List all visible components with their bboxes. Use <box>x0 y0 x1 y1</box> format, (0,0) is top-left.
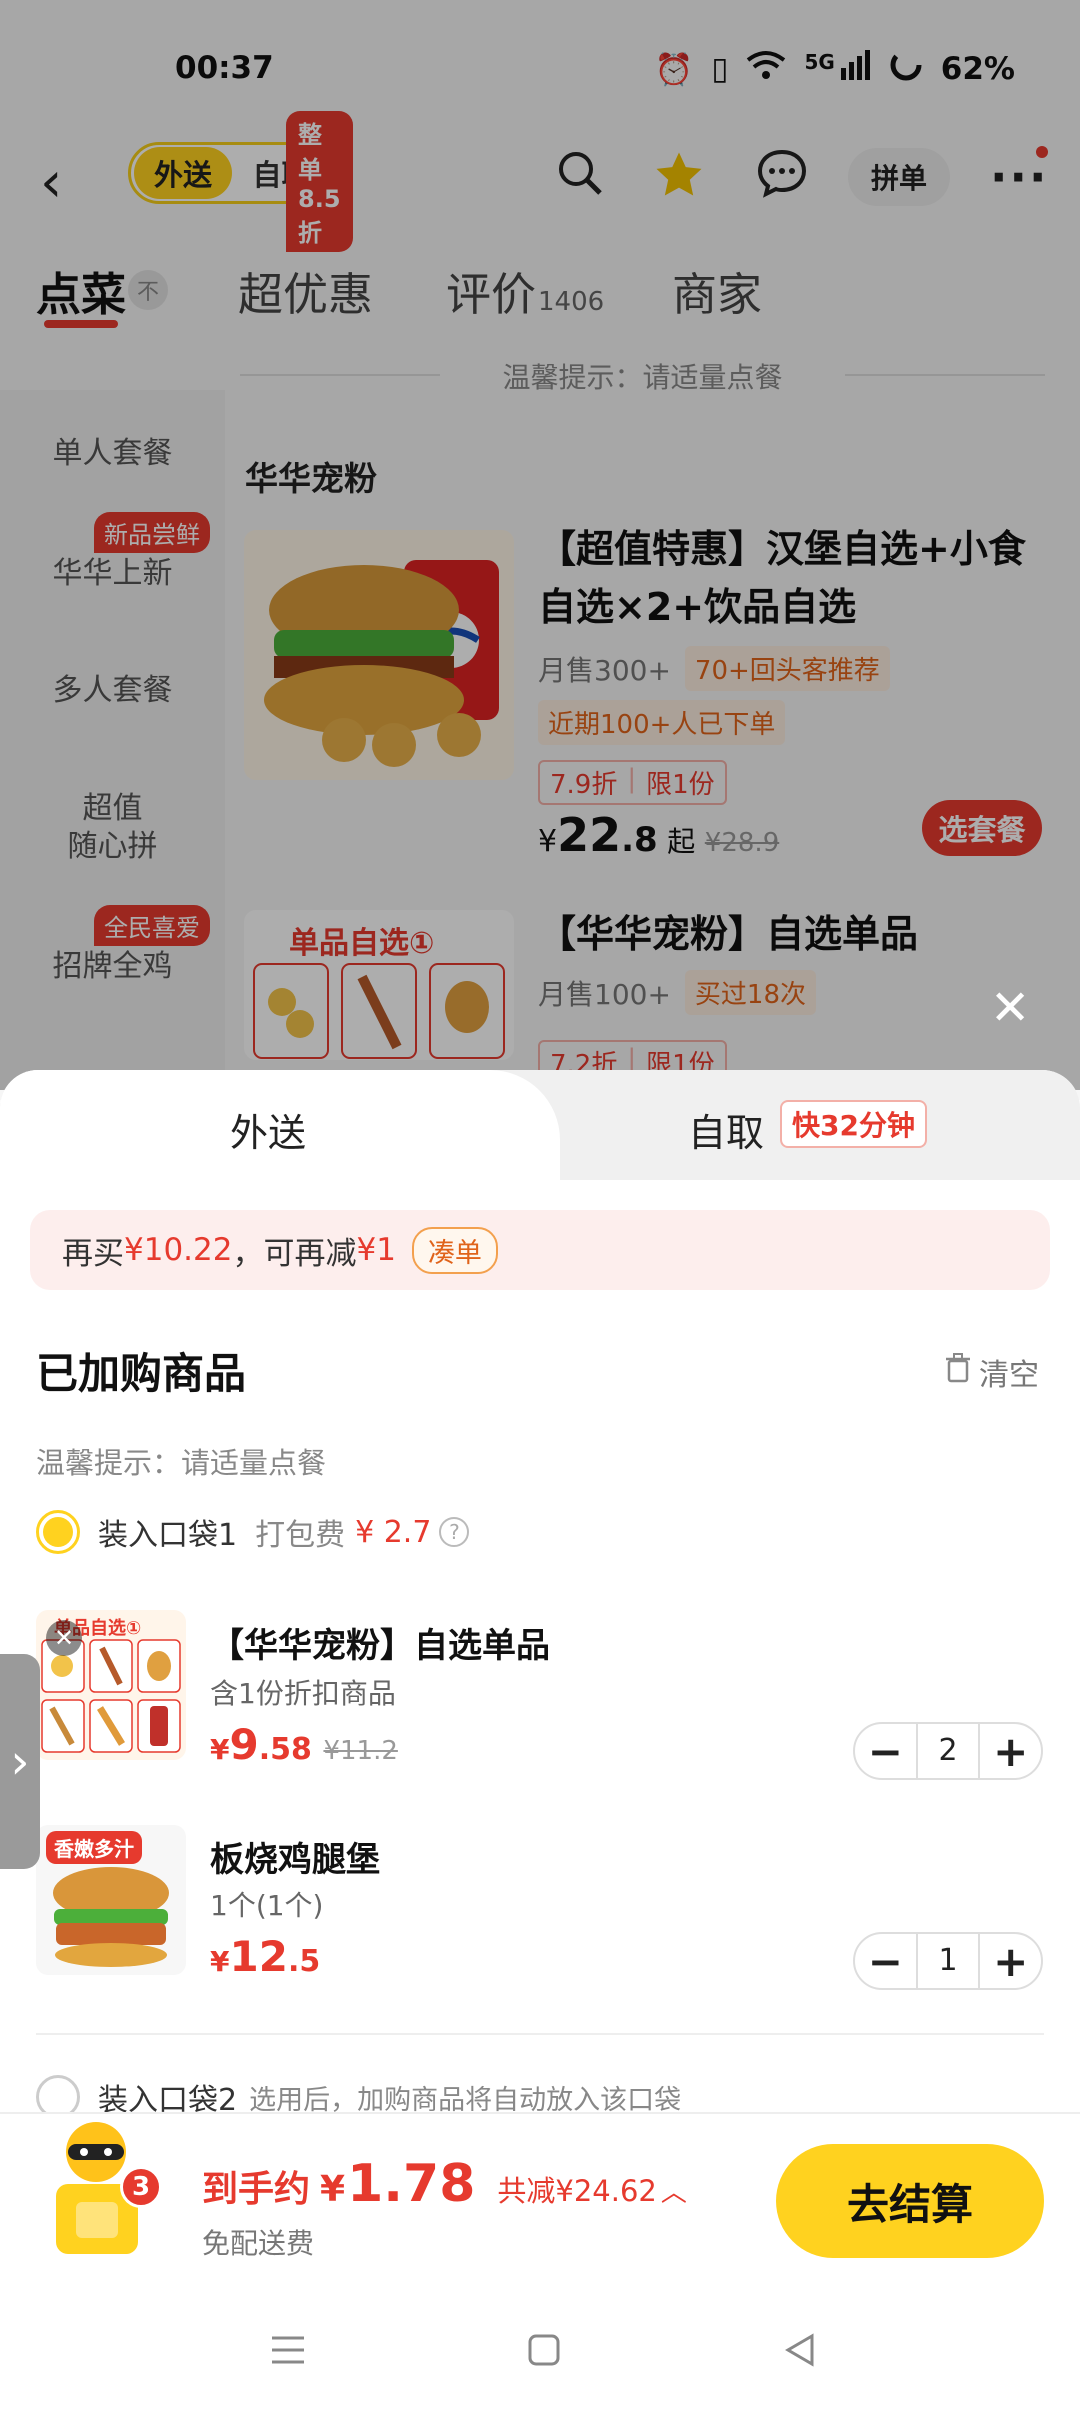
cart-item-sub-2: 1个(1个) <box>210 1889 324 1922</box>
promo-banner: 再买 ¥10.22 ，可再减 ¥1 凑单 <box>30 1210 1050 1290</box>
cart-item-currency-1: ¥ <box>210 1733 230 1766</box>
quantity-value-1[interactable]: 2 <box>915 1724 981 1778</box>
cart-item-name-1: 【华华宠粉】自选单品 <box>210 1626 550 1666</box>
bag-1-radio[interactable] <box>36 1510 80 1554</box>
cart-item-sub-1: 含1份折扣商品 <box>210 1677 396 1710</box>
back-nav-icon[interactable] <box>782 2332 818 2372</box>
cart-item-price-dec-2: .5 <box>287 1944 321 1979</box>
checkout-bar: 3 到手约 ¥1.78 共减¥24.62 ︿ 免配送费 去结算 <box>0 2112 1080 2282</box>
cart-item-image-2: 香嫩多汁 <box>36 1825 186 1975</box>
cart-mode-tabs: 外送 自取 快32分钟 <box>0 1070 1080 1180</box>
help-icon[interactable]: ? <box>439 1517 470 1547</box>
bag-1-label: 装入口袋1 <box>98 1518 238 1553</box>
checkout-total: 到手约 ¥1.78 共减¥24.62 ︿ <box>202 2154 687 2214</box>
total-label: 到手约 <box>202 2169 311 2210</box>
cart-item-price-int-2: 12 <box>229 1932 288 1981</box>
side-expand-handle[interactable]: › <box>0 1654 40 1869</box>
quantity-value-2[interactable]: 1 <box>915 1934 981 1988</box>
cart-tab-delivery-label: 外送 <box>230 1111 307 1155</box>
cart-item-currency-2: ¥ <box>210 1945 230 1978</box>
promo-discount: ¥1 <box>356 1232 396 1268</box>
cart-item-image-label-2: 香嫩多汁 <box>46 1831 142 1864</box>
trash-icon <box>945 1353 971 1391</box>
bag-1-row[interactable]: 装入口袋1 打包费 ¥ 2.7 ? <box>36 1510 470 1554</box>
promo-amount: ¥10.22 <box>124 1232 233 1268</box>
checkout-button[interactable]: 去结算 <box>776 2144 1044 2258</box>
decrease-button-2[interactable]: − <box>855 1937 916 1986</box>
system-nav-bar <box>0 2300 1080 2412</box>
divider <box>36 2033 1044 2035</box>
cart-item-name-2: 板烧鸡腿堡 <box>210 1840 380 1880</box>
clear-cart-button[interactable]: 清空 <box>945 1350 1039 1394</box>
cart-warm-tip: 温馨提示：请适量点餐 <box>36 1446 327 1480</box>
dim-overlay[interactable] <box>0 0 1080 1090</box>
saving-amount[interactable]: 共减¥24.62 <box>497 2168 656 2210</box>
menu-icon[interactable] <box>268 2332 308 2372</box>
promo-mid: ，可再减 <box>232 1235 357 1272</box>
delivery-fee-note: 免配送费 <box>202 2227 315 2260</box>
total-amount: 1.78 <box>347 2154 476 2214</box>
cart-count-badge: 3 <box>120 2166 162 2208</box>
pickup-fast-tag: 快32分钟 <box>780 1100 927 1148</box>
total-currency: ¥ <box>320 2169 346 2210</box>
home-icon[interactable] <box>526 2332 562 2372</box>
increase-button-2[interactable]: + <box>980 1937 1041 1986</box>
decrease-button-1[interactable]: − <box>855 1727 916 1776</box>
chevron-up-icon[interactable]: ︿ <box>661 2172 687 2209</box>
increase-button-1[interactable]: + <box>980 1727 1041 1776</box>
promo-prefix: 再买 <box>62 1235 124 1272</box>
add-on-button[interactable]: 凑单 <box>411 1226 498 1274</box>
cart-item-price-int-1: 9 <box>229 1720 259 1769</box>
cart-item-price-2: ¥12.5 <box>210 1932 320 1981</box>
cart-tab-pickup[interactable]: 自取 <box>688 1102 764 1157</box>
cart-tab-delivery[interactable]: 外送 <box>0 1070 560 1180</box>
cart-item-original-1: ¥11.2 <box>323 1736 398 1766</box>
cart-item-price-dec-1: .58 <box>258 1732 312 1767</box>
added-items-title: 已加购商品 <box>36 1349 247 1398</box>
quantity-stepper-2: − 1 + <box>853 1932 1043 1990</box>
packing-fee-value: ¥ 2.7 <box>355 1514 432 1550</box>
close-icon[interactable]: ✕ <box>990 980 1030 1036</box>
quantity-stepper-1: − 2 + <box>853 1722 1043 1780</box>
packing-fee-label: 打包费 <box>255 1518 346 1553</box>
remove-item-icon[interactable]: ✕ <box>46 1620 82 1656</box>
cart-item-price-1: ¥9.58 ¥11.2 <box>210 1720 398 1769</box>
clear-label: 清空 <box>979 1358 1039 1393</box>
bag-2-tip: 选用后，加购商品将自动放入该口袋 <box>249 2084 682 2116</box>
